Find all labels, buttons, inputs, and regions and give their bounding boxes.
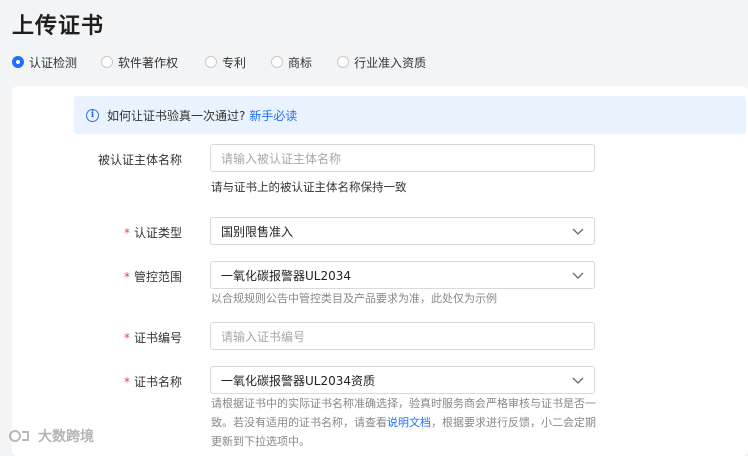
tab-certification[interactable]: 认证检测: [12, 54, 77, 71]
cert-no-label: 证书编号: [133, 331, 182, 345]
hint-text: 致。若没有适用的证书名称，请查看: [211, 416, 387, 429]
cert-type-label: 认证类型: [133, 226, 182, 240]
cert-name-hint-line2: 致。若没有适用的证书名称，请查看说明文档，根据要求进行反馈，小二会定期: [211, 413, 601, 432]
chevron-down-icon: [572, 272, 584, 279]
notice-text: 如何让证书验真一次通过?: [107, 108, 246, 123]
page-title: 上传证书: [12, 14, 105, 39]
cert-type-tabs: 认证检测 软件著作权 专利 商标 行业准入资质: [12, 52, 426, 72]
cert-name-hint: 请根据证书中的实际证书名称准确选择，验真时服务商会严格审核与证书是否一 致。若没…: [211, 394, 601, 451]
tab-industry-qualification[interactable]: 行业准入资质: [337, 54, 426, 71]
info-icon: i: [86, 108, 99, 122]
doc-link[interactable]: 说明文档: [387, 416, 431, 429]
hint-text: ，根据要求进行反馈，小二会定期: [431, 416, 596, 429]
cert-no-placeholder: 请输入证书编号: [221, 329, 306, 344]
cert-name-hint-line1: 请根据证书中的实际证书名称准确选择，验真时服务商会严格审核与证书是否一: [211, 397, 596, 410]
notice-banner: i 如何让证书验真一次通过? 新手必读: [74, 96, 746, 134]
cert-name-select[interactable]: 一氧化碳报警器UL2034资质: [210, 366, 595, 394]
cert-no-label-wrap: * 证书编号: [12, 329, 182, 346]
beginner-guide-link[interactable]: 新手必读: [249, 107, 297, 124]
radio-checked-icon[interactable]: [12, 56, 24, 68]
subject-name-input[interactable]: 请输入被认证主体名称: [210, 144, 595, 172]
tab-label: 专利: [222, 55, 247, 70]
tab-trademark[interactable]: 商标: [271, 54, 312, 71]
subject-name-hint: 请与证书上的被认证主体名称保持一致: [211, 180, 407, 194]
tab-label: 行业准入资质: [354, 55, 427, 70]
scope-label-wrap: * 管控范围: [12, 268, 182, 285]
watermark-text: 大数跨境: [38, 429, 94, 445]
required-mark: *: [123, 270, 130, 284]
chevron-down-icon: [572, 377, 584, 384]
scope-hint: 以合规规则公告中管控类目及产品要求为准，此处仅为示例: [211, 292, 497, 305]
tab-patent[interactable]: 专利: [205, 54, 246, 71]
tab-label: 商标: [288, 55, 313, 70]
cert-no-input[interactable]: 请输入证书编号: [210, 322, 595, 350]
subject-name-label: 被认证主体名称: [97, 153, 182, 167]
required-mark: *: [123, 226, 130, 240]
tab-label: 软件著作权: [118, 55, 179, 70]
subject-name-placeholder: 请输入被认证主体名称: [221, 151, 342, 166]
radio-icon[interactable]: [337, 56, 350, 68]
cert-name-label: 证书名称: [133, 375, 182, 389]
radio-icon[interactable]: [101, 56, 114, 68]
chevron-down-icon: [572, 228, 584, 235]
scope-select[interactable]: 一氧化碳报警器UL2034: [210, 261, 595, 289]
tab-software-copyright[interactable]: 软件著作权: [101, 54, 178, 71]
cert-name-label-wrap: * 证书名称: [12, 373, 182, 390]
radio-icon[interactable]: [271, 56, 284, 68]
required-mark: *: [123, 375, 130, 389]
scope-label: 管控范围: [133, 270, 182, 284]
cert-type-label-wrap: * 认证类型: [12, 224, 182, 241]
tab-label: 认证检测: [29, 55, 78, 70]
watermark-logo-icon: [9, 430, 29, 442]
cert-name-hint-line3: 更新到下拉选项中。: [211, 435, 310, 448]
cert-type-value: 国别限售准入: [221, 224, 294, 239]
cert-type-select[interactable]: 国别限售准入: [210, 217, 595, 245]
watermark: 大数跨境: [8, 426, 94, 446]
scope-value: 一氧化碳报警器UL2034: [221, 268, 352, 283]
radio-icon[interactable]: [205, 56, 218, 68]
required-mark: *: [123, 331, 130, 345]
cert-name-value: 一氧化碳报警器UL2034资质: [221, 373, 376, 388]
